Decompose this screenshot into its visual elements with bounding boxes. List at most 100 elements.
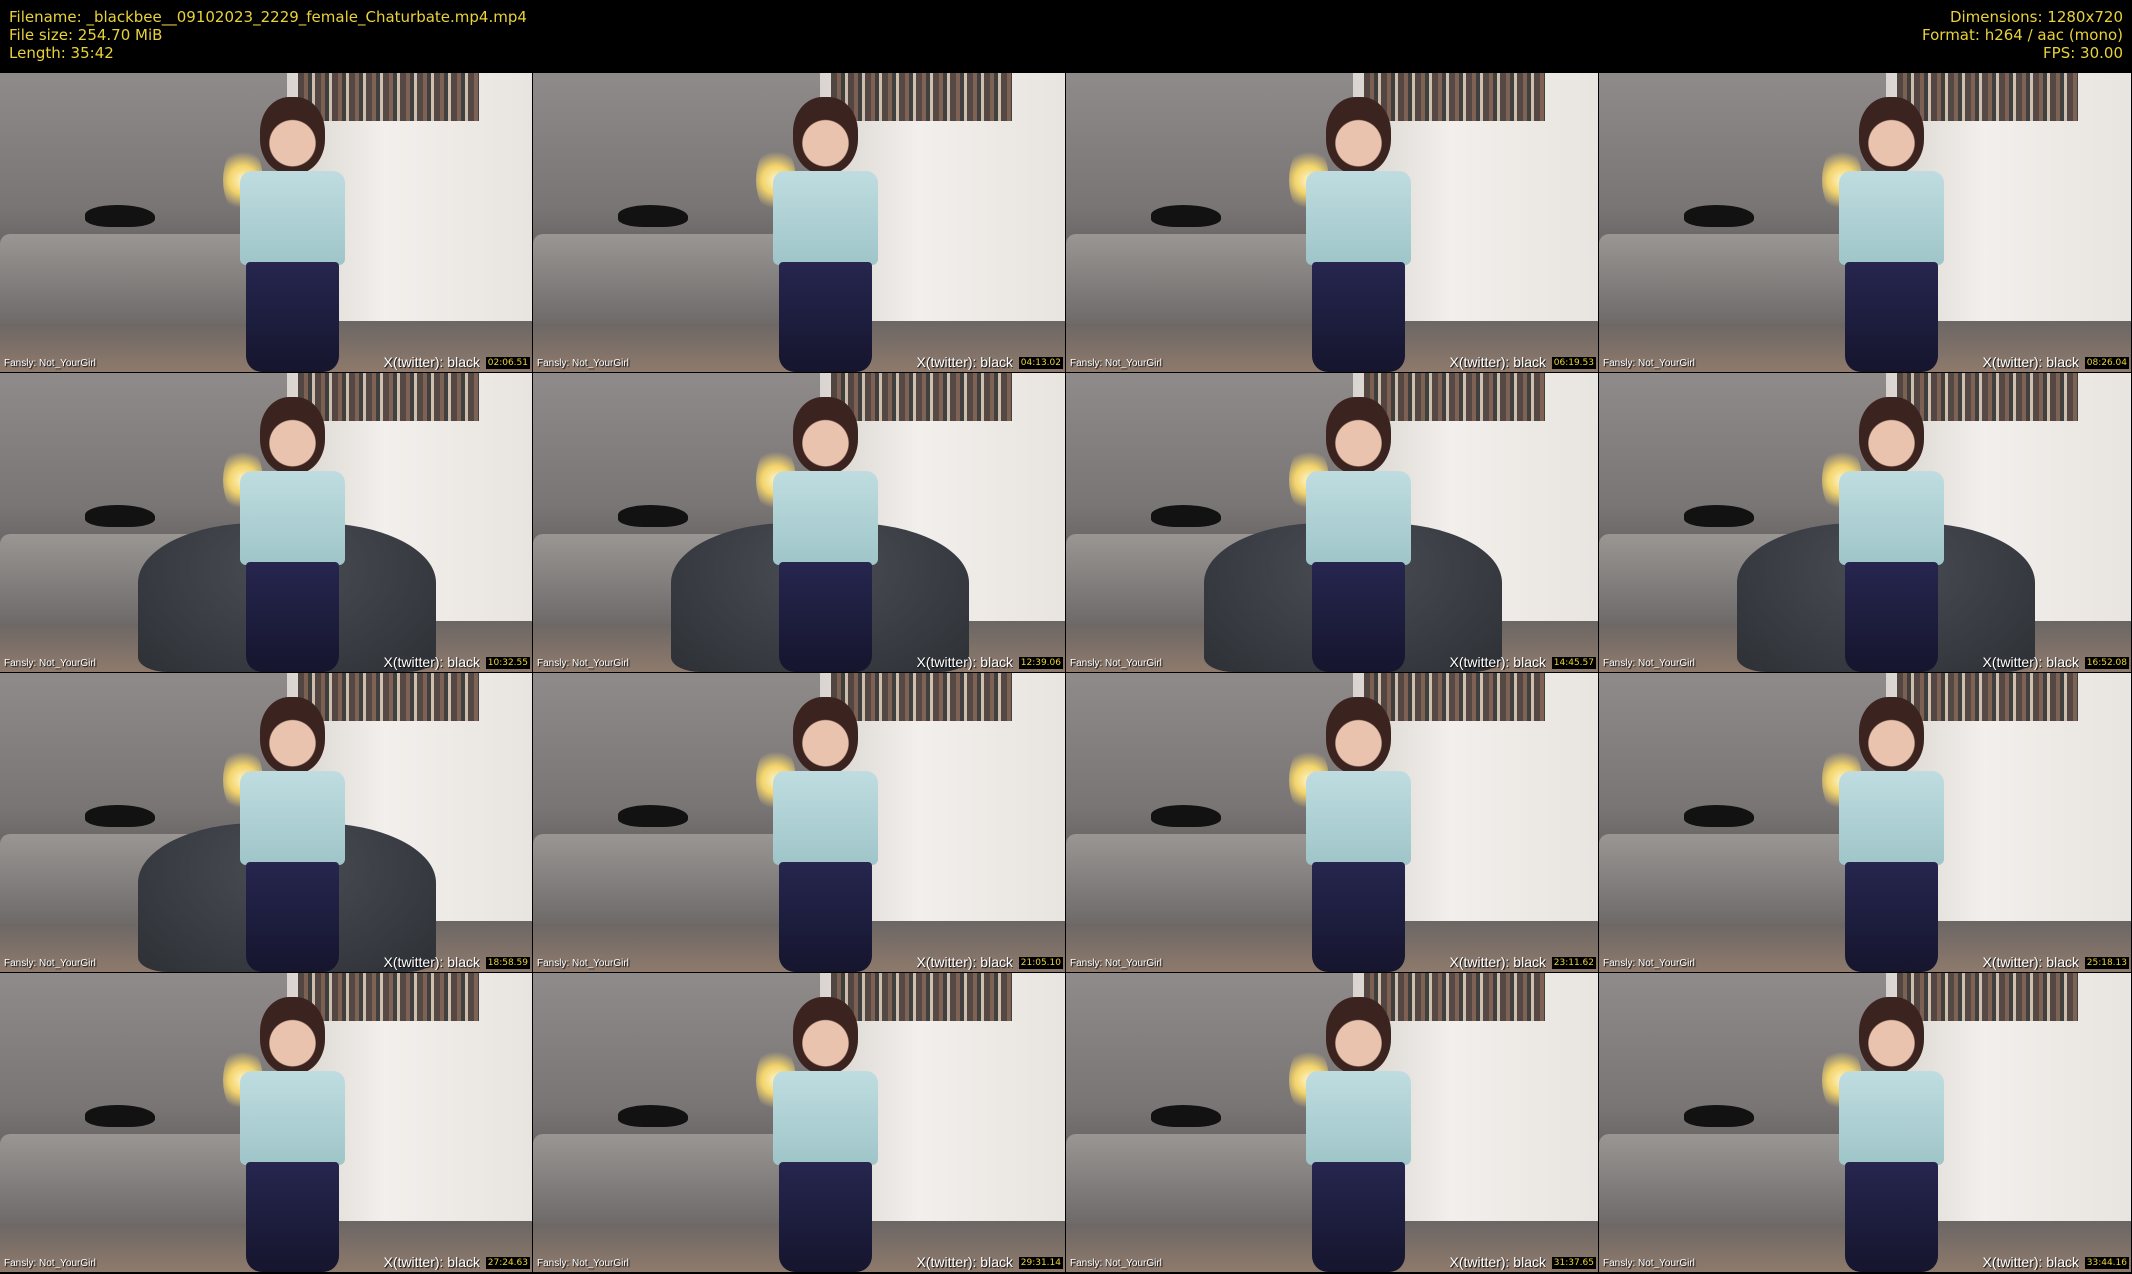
person-skirt — [778, 561, 873, 672]
person-figure — [234, 996, 351, 1272]
person-skirt — [1311, 1161, 1406, 1272]
timestamp-label: 14:45.57 — [1551, 657, 1596, 669]
timestamp-label: 33:44.16 — [2084, 1257, 2129, 1269]
timestamp-label: 21:05.10 — [1018, 957, 1063, 969]
plush-cat — [618, 204, 689, 227]
plush-cat — [618, 804, 689, 827]
person-top — [1838, 1071, 1945, 1165]
person-figure — [234, 696, 351, 972]
fansly-caption: Fansly: Not_YourGirl — [1603, 658, 1695, 669]
person-skirt — [245, 561, 340, 672]
video-thumbnail[interactable]: Fansly: Not_YourGirl X(twitter): black 23:… — [1066, 673, 1598, 972]
person-top — [1305, 471, 1412, 565]
twitter-caption: X(twitter): black — [1982, 1254, 2079, 1270]
video-thumbnail[interactable]: Fansly: Not_YourGirl X(twitter): black 27:… — [0, 973, 532, 1272]
person-top — [239, 471, 346, 565]
twitter-caption: X(twitter): black — [916, 354, 1013, 370]
video-thumbnail[interactable]: Fansly: Not_YourGirl X(twitter): black 06:… — [1066, 73, 1598, 372]
person-skirt — [1844, 561, 1939, 672]
fps-text: FPS: 30.00 — [2043, 44, 2123, 62]
person-skirt — [1844, 1161, 1939, 1272]
thumbnail-grid: Fansly: Not_YourGirl X(twitter): black 02:… — [0, 73, 2132, 1274]
person-figure — [234, 396, 351, 672]
person-skirt — [778, 861, 873, 972]
person-figure — [1300, 696, 1417, 972]
dimensions-text: Dimensions: 1280x720 — [1949, 8, 2123, 26]
plush-cat — [85, 504, 156, 527]
plush-cat — [618, 504, 689, 527]
person-top — [1838, 771, 1945, 865]
person-figure — [1833, 396, 1950, 672]
fansly-caption: Fansly: Not_YourGirl — [537, 1258, 629, 1269]
info-header: Filename: _blackbee__09102023_2229_femal… — [0, 0, 2132, 72]
fansly-caption: Fansly: Not_YourGirl — [1603, 1258, 1695, 1269]
plush-cat — [1684, 204, 1755, 227]
plush-cat — [1151, 504, 1222, 527]
person-head — [792, 996, 859, 1074]
video-thumbnail[interactable]: Fansly: Not_YourGirl X(twitter): black 12:… — [533, 373, 1065, 672]
person-figure — [1833, 996, 1950, 1272]
person-top — [772, 771, 879, 865]
video-thumbnail[interactable]: Fansly: Not_YourGirl X(twitter): black 02:… — [0, 73, 532, 372]
person-head — [1858, 696, 1925, 774]
person-top — [1305, 1071, 1412, 1165]
video-thumbnail[interactable]: Fansly: Not_YourGirl X(twitter): black 10:… — [0, 373, 532, 672]
fansly-caption: Fansly: Not_YourGirl — [1070, 1258, 1162, 1269]
fansly-caption: Fansly: Not_YourGirl — [4, 658, 96, 669]
person-head — [259, 96, 326, 174]
plush-cat — [85, 1104, 156, 1127]
person-skirt — [1311, 261, 1406, 372]
person-figure — [1833, 96, 1950, 372]
person-figure — [1300, 96, 1417, 372]
person-head — [259, 696, 326, 774]
timestamp-label: 31:37.65 — [1551, 1257, 1596, 1269]
format-text: Format: h264 / aac (mono) — [1922, 26, 2123, 44]
fansly-caption: Fansly: Not_YourGirl — [1070, 658, 1162, 669]
fansly-caption: Fansly: Not_YourGirl — [537, 958, 629, 969]
person-skirt — [245, 1161, 340, 1272]
person-figure — [767, 96, 884, 372]
video-thumbnail[interactable]: Fansly: Not_YourGirl X(twitter): black 16:… — [1599, 373, 2131, 672]
video-thumbnail[interactable]: Fansly: Not_YourGirl X(twitter): black 04:… — [533, 73, 1065, 372]
video-thumbnail[interactable]: Fansly: Not_YourGirl X(twitter): black 33:… — [1599, 973, 2131, 1272]
person-figure — [767, 996, 884, 1272]
person-head — [259, 996, 326, 1074]
fansly-caption: Fansly: Not_YourGirl — [1603, 958, 1695, 969]
person-head — [792, 396, 859, 474]
timestamp-label: 23:11.62 — [1551, 957, 1596, 969]
video-thumbnail[interactable]: Fansly: Not_YourGirl X(twitter): black 08:… — [1599, 73, 2131, 372]
plush-cat — [618, 1104, 689, 1127]
twitter-caption: X(twitter): black — [383, 654, 480, 670]
person-head — [1325, 996, 1392, 1074]
timestamp-label: 16:52.08 — [2084, 657, 2129, 669]
person-top — [772, 171, 879, 265]
filename-text: Filename: _blackbee__09102023_2229_femal… — [9, 8, 527, 26]
person-head — [1325, 96, 1392, 174]
twitter-caption: X(twitter): black — [1449, 1254, 1546, 1270]
plush-cat — [1684, 504, 1755, 527]
timestamp-label: 10:32.55 — [485, 657, 530, 669]
twitter-caption: X(twitter): black — [1982, 654, 2079, 670]
person-figure — [767, 696, 884, 972]
twitter-caption: X(twitter): black — [916, 954, 1013, 970]
plush-cat — [1151, 1104, 1222, 1127]
timestamp-label: 18:58.59 — [485, 957, 530, 969]
video-thumbnail[interactable]: Fansly: Not_YourGirl X(twitter): black 29:… — [533, 973, 1065, 1272]
person-head — [1325, 696, 1392, 774]
timestamp-label: 02:06.51 — [485, 357, 530, 369]
video-thumbnail[interactable]: Fansly: Not_YourGirl X(twitter): black 31:… — [1066, 973, 1598, 1272]
person-skirt — [1311, 861, 1406, 972]
person-top — [239, 1071, 346, 1165]
video-thumbnail[interactable]: Fansly: Not_YourGirl X(twitter): black 14:… — [1066, 373, 1598, 672]
plush-cat — [1151, 204, 1222, 227]
timestamp-label: 27:24.63 — [485, 1257, 530, 1269]
timestamp-label: 04:13.02 — [1018, 357, 1063, 369]
twitter-caption: X(twitter): black — [383, 954, 480, 970]
fansly-caption: Fansly: Not_YourGirl — [1070, 958, 1162, 969]
file-info: Filename: _blackbee__09102023_2229_femal… — [9, 8, 527, 62]
video-thumbnail[interactable]: Fansly: Not_YourGirl X(twitter): black 18:… — [0, 673, 532, 972]
video-thumbnail[interactable]: Fansly: Not_YourGirl X(twitter): black 21:… — [533, 673, 1065, 972]
timestamp-label: 29:31.14 — [1018, 1257, 1063, 1269]
person-top — [772, 1071, 879, 1165]
video-thumbnail[interactable]: Fansly: Not_YourGirl X(twitter): black 25:… — [1599, 673, 2131, 972]
